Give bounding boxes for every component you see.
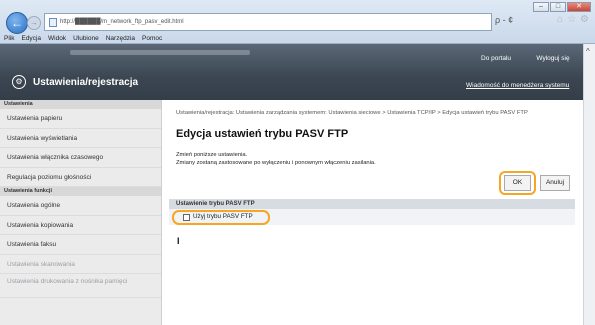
sidebar-item-fax-settings[interactable]: Ustawienia faksu [0,235,161,255]
favorites-star-icon[interactable]: ☆ [567,14,576,25]
logout-button[interactable]: Wyloguj się [528,52,578,65]
window-controls: – □ ✕ [532,2,591,12]
sidebar-item-general-settings[interactable]: Ustawienia ogólne [0,196,161,216]
section-header-pasv: Ustawienie trybu PASV FTP [169,199,575,209]
sidebar-heading-settings: Ustawienia [0,100,161,109]
menu-tools[interactable]: Narzędzia [106,35,135,42]
instructions: Zmień poniższe ustawienia. Zmiany zostan… [176,151,376,167]
sidebar-item-timer-settings[interactable]: Ustawienia włącznika czasowego [0,148,161,168]
settings-registration-icon: ⚙ [12,75,26,89]
page-title: Edycja ustawień trybu PASV FTP [176,128,349,140]
sidebar-item-media-print-settings[interactable]: Ustawienia drukowania z nośnika pamięci [0,274,161,298]
page-header: ⚙ Ustawienia/rejestracja Do portalu Wylo… [0,44,583,100]
sidebar-item-paper-settings[interactable]: Ustawienia papieru [0,109,161,129]
back-arrow-icon[interactable]: ← [6,12,28,34]
sidebar: Ustawienia Ustawienia papieru Ustawienia… [0,100,162,325]
address-tools[interactable]: ρ - ¢ [495,15,513,25]
cancel-button[interactable]: Anuluj [540,175,570,191]
header-title-text: Ustawienia/rejestracja [33,76,139,88]
menu-help[interactable]: Pomoc [142,35,162,42]
forward-arrow-icon[interactable]: → [27,16,41,30]
menu-bar: Plik Edycja Widok Ulubione Narzędzia Pom… [0,33,595,44]
use-pasv-checkbox[interactable] [183,214,190,221]
portal-link[interactable]: Do portalu [481,55,511,62]
main-content: Ustawienia/rejestracja: Ustawienia zarzą… [163,100,583,325]
sidebar-item-display-settings[interactable]: Ustawienia wyświetlania [0,129,161,148]
text-cursor-icon: I [177,236,180,246]
scroll-up-icon[interactable]: ^ [586,47,590,56]
address-bar[interactable]: http://██████/m_network_ftp_pasv_edit.ht… [44,13,492,31]
sidebar-item-copy-settings[interactable]: Ustawienia kopiowania [0,216,161,235]
menu-view[interactable]: Widok [48,35,66,42]
sidebar-heading-function-settings: Ustawienia funkcji [0,187,161,196]
instruction-line-1: Zmień poniższe ustawienia. [176,152,248,158]
menu-favorites[interactable]: Ulubione [73,35,99,42]
instruction-line-2: Zmiany zostaną zastosowane po wyłączeniu… [176,160,376,166]
toolbar-icons: ⌂ ☆ ⚙ [557,14,589,25]
settings-gear-icon[interactable]: ⚙ [580,14,589,25]
header-title: ⚙ Ustawienia/rejestracja [12,75,138,89]
browser-chrome: – □ ✕ ← → http://██████/m_network_ftp_pa… [0,0,595,44]
home-icon[interactable]: ⌂ [557,14,563,25]
sidebar-item-volume[interactable]: Regulacja poziomu głośności [0,168,161,187]
page-scrollbar[interactable]: ^ [583,44,595,325]
use-pasv-label[interactable]: Użyj trybu PASV FTP [193,213,253,220]
maximize-icon[interactable]: □ [550,2,566,12]
menu-edit[interactable]: Edycja [21,35,41,42]
system-manager-link[interactable]: Wiadomość do menedżera systemu [466,82,569,89]
page-icon [49,17,57,27]
redacted-info [70,50,250,55]
address-url: http://██████/m_network_ftp_pasv_edit.ht… [60,19,184,25]
search-refresh-icons[interactable]: ρ - ¢ [495,15,513,25]
ok-button[interactable]: OK [504,175,531,191]
menu-file[interactable]: Plik [4,35,14,42]
breadcrumb: Ustawienia/rejestracja: Ustawienia zarzą… [176,110,528,116]
minimize-icon[interactable]: – [533,2,549,12]
sidebar-item-scan-settings[interactable]: Ustawienia skanowania [0,255,161,274]
close-icon[interactable]: ✕ [567,2,591,12]
